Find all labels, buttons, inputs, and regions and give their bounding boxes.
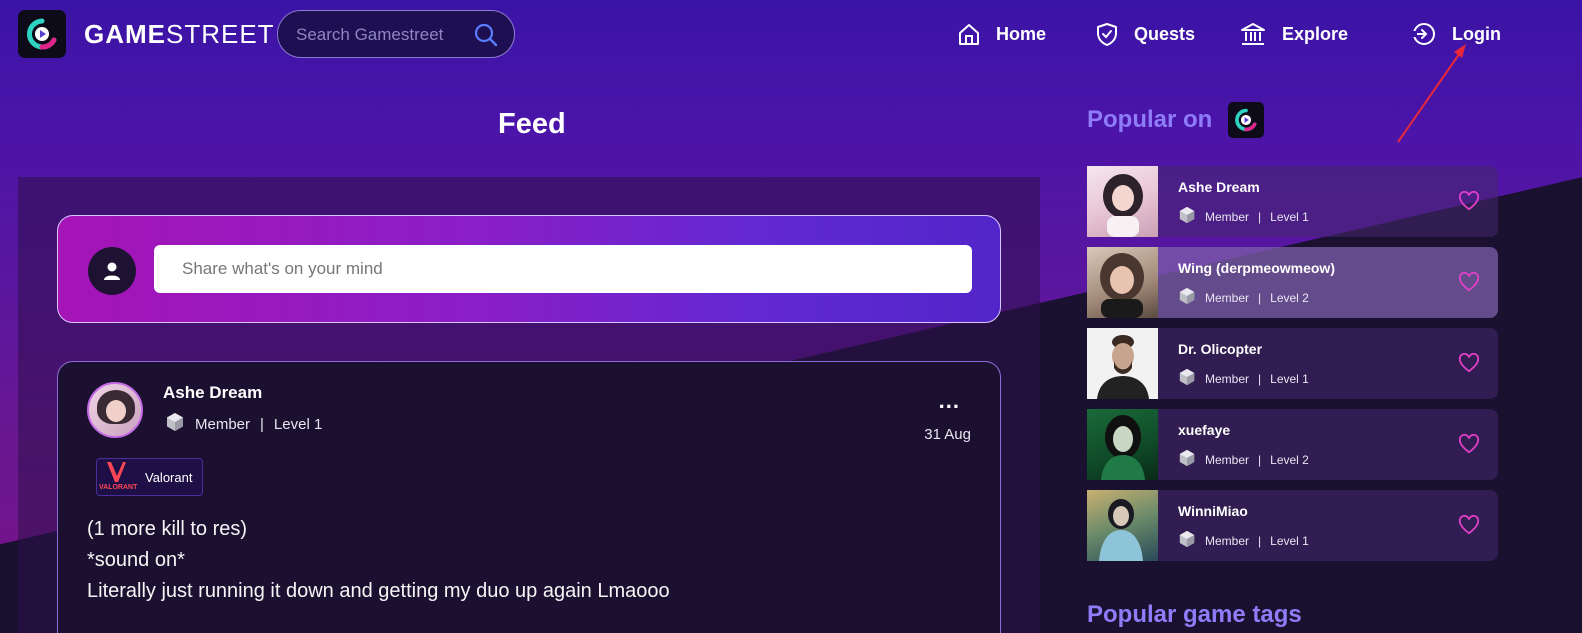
user-avatar-icon[interactable] [88,247,136,295]
popular-title-text: Popular on [1087,106,1213,133]
user-role: Member [1205,290,1250,305]
nav-explore[interactable]: Explore [1240,22,1348,46]
nav-login-label: Login [1452,23,1501,44]
heart-icon[interactable] [1458,514,1480,540]
logo-street-text: STREET [166,19,275,49]
user-role: Member [1205,452,1250,467]
post-author-role: Member [195,415,251,433]
user-level: Level 1 [1270,371,1309,386]
share-composer: Share what's on your mind [57,215,1001,323]
nav-home-label: Home [996,23,1047,44]
post-line: Literally just running it down and getti… [87,580,670,602]
popular-game-tags-title: Popular game tags [1087,601,1302,628]
user-thumbnail [1087,247,1158,318]
nav-explore-label: Explore [1282,23,1349,44]
bank-icon [1240,22,1266,46]
meta-separator: | [260,415,264,433]
post-author-meta: Member | Level 1 [165,412,322,436]
nav-quests-label: Quests [1134,23,1196,44]
post-options-button[interactable]: ... [939,388,960,414]
user-level: Level 1 [1270,209,1309,224]
user-thumbnail [1087,166,1158,237]
post-line: (1 more kill to res) [87,518,248,540]
user-meta: Member | Level 2 [1178,449,1309,470]
popular-user-card[interactable]: Wing (derpmeowmeow) Member | Level 2 [1087,247,1498,318]
heart-icon[interactable] [1458,271,1480,297]
member-badge-icon [165,412,185,436]
post-author-avatar[interactable] [87,382,143,438]
post-line: *sound on* [87,549,185,571]
popular-user-card[interactable]: Ashe Dream Member | Level 1 [1087,166,1498,237]
heart-icon[interactable] [1458,433,1480,459]
popular-user-card[interactable]: Dr. Olicopter Member | Level 1 [1087,328,1498,399]
popular-user-card[interactable]: WinniMiao Member | Level 1 [1087,490,1498,561]
post-body: (1 more kill to res) *sound on* Literall… [87,514,670,607]
nav-quests[interactable]: Quests [1096,22,1195,46]
user-name: Wing (derpmeowmeow) [1178,260,1335,276]
user-name: xuefaye [1178,422,1231,438]
user-thumbnail [1087,328,1158,399]
member-badge-icon [1178,449,1196,470]
user-thumbnail [1087,490,1158,561]
feed-title: Feed [498,108,566,140]
meta-separator: | [1258,371,1262,386]
game-tag-valorant[interactable]: VALORANT Valorant [96,458,203,496]
valorant-logo-icon: VALORANT [99,460,137,494]
shield-check-icon [1096,22,1118,46]
post-date: 31 Aug [924,426,971,443]
logo-game-text: GAME [84,19,166,49]
feed-post: Ashe Dream Member | Level 1 ... 31 Aug V… [57,361,1001,633]
post-author-name[interactable]: Ashe Dream [163,383,262,403]
home-icon [958,22,980,46]
meta-separator: | [1258,290,1262,305]
member-badge-icon [1178,368,1196,389]
nav-login[interactable]: Login [1412,22,1501,46]
share-post-input[interactable]: Share what's on your mind [154,245,972,293]
user-name: Dr. Olicopter [1178,341,1263,357]
heart-icon[interactable] [1458,352,1480,378]
search-input[interactable] [296,23,466,47]
user-role: Member [1205,533,1250,548]
meta-separator: | [1258,533,1262,548]
nav-home[interactable]: Home [958,22,1046,46]
user-meta: Member | Level 2 [1178,287,1309,308]
user-level: Level 2 [1270,452,1309,467]
user-thumbnail [1087,409,1158,480]
member-badge-icon [1178,287,1196,308]
member-badge-icon [1178,530,1196,551]
user-meta: Member | Level 1 [1178,206,1309,227]
top-navbar: GAMESTREET Home Quests Explore Login [0,0,1582,68]
heart-icon[interactable] [1458,190,1480,216]
user-meta: Member | Level 1 [1178,530,1309,551]
popular-user-card[interactable]: xuefaye Member | Level 2 [1087,409,1498,480]
user-role: Member [1205,209,1250,224]
meta-separator: | [1258,452,1262,467]
game-tag-label: Valorant [145,469,193,485]
user-name: WinniMiao [1178,503,1248,519]
post-author-level: Level 1 [273,415,323,433]
member-badge-icon [1178,206,1196,227]
search-bar [277,10,515,58]
gamestreet-logo-icon [1228,102,1265,138]
user-level: Level 2 [1270,290,1309,305]
popular-section-title: Popular on [1087,102,1265,138]
login-icon [1412,22,1436,46]
user-name: Ashe Dream [1178,179,1260,195]
gamestreet-logo-icon[interactable] [18,10,66,58]
user-role: Member [1205,371,1250,386]
search-icon[interactable] [474,23,498,52]
user-meta: Member | Level 1 [1178,368,1309,389]
gamestreet-wordmark[interactable]: GAMESTREET [84,19,275,50]
user-level: Level 1 [1270,533,1309,548]
meta-separator: | [1258,209,1262,224]
